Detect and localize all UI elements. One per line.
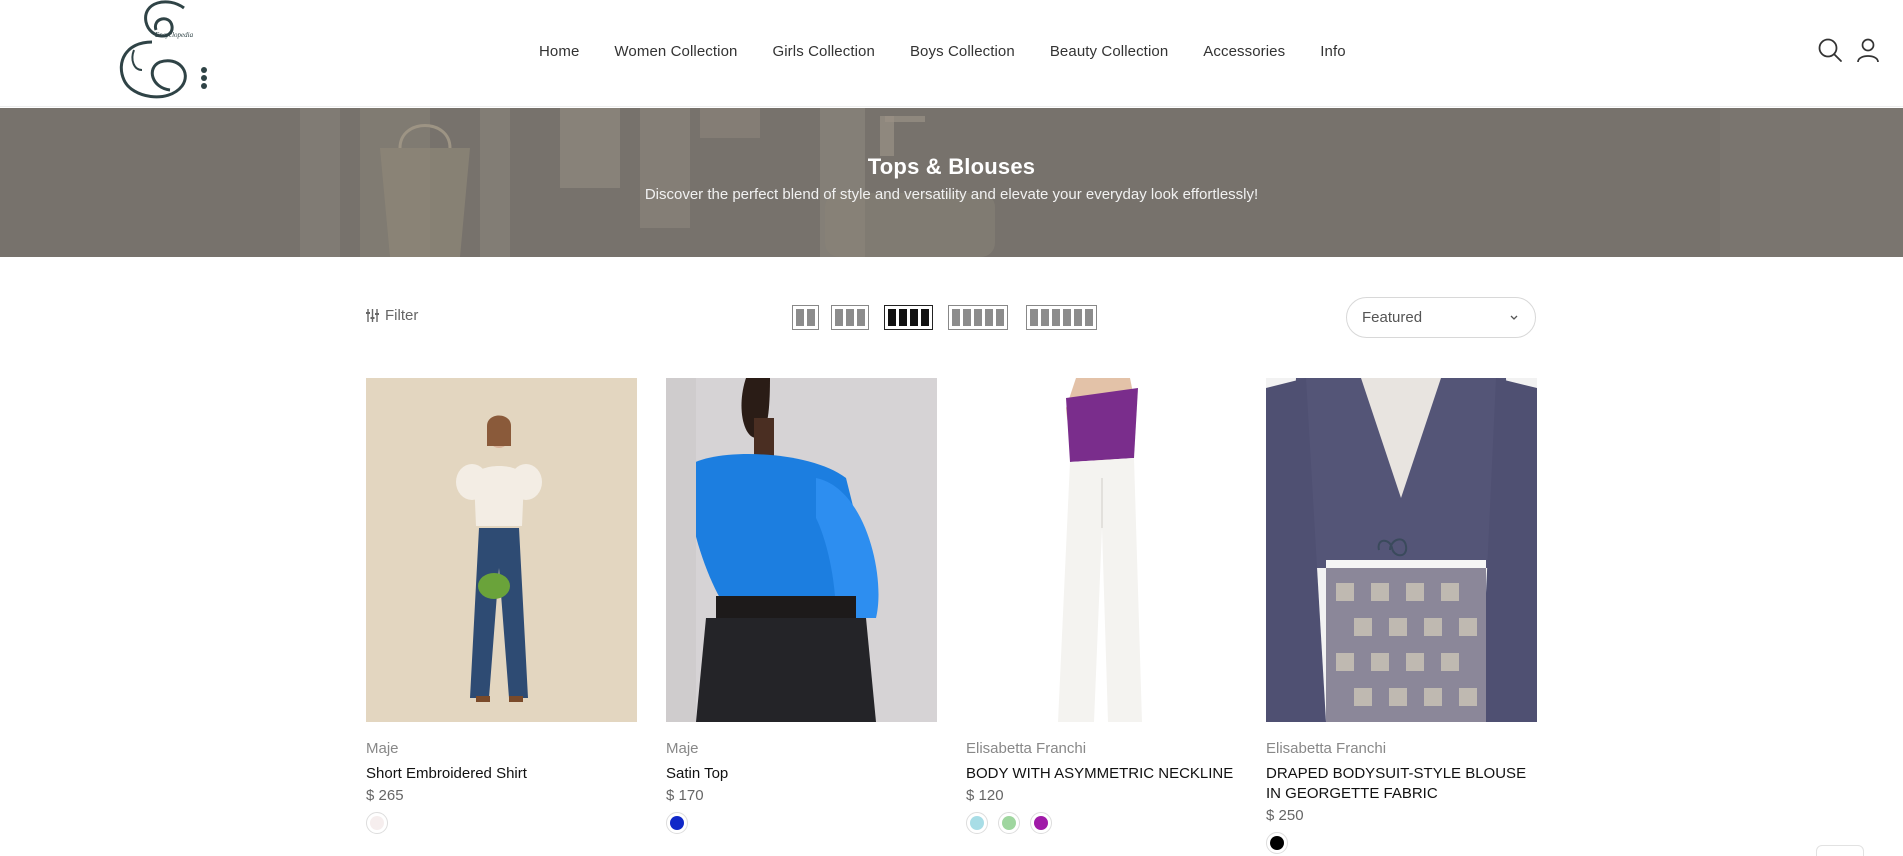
grid-column-icon: [996, 309, 1004, 326]
product-name[interactable]: BODY WITH ASYMMETRIC NECKLINE: [966, 764, 1237, 784]
product-price: $ 265: [366, 787, 404, 804]
collection-banner: Tops & Blouses Discover the perfect blen…: [0, 108, 1903, 257]
grid-column-icon: [1063, 309, 1071, 326]
nav-boys-collection[interactable]: Boys Collection: [910, 43, 1015, 60]
grid-column-icon: [1041, 309, 1049, 326]
nav-beauty-collection[interactable]: Beauty Collection: [1050, 43, 1168, 60]
product-photo-embroidered-shirt: [366, 378, 637, 722]
product-photo-asymmetric-body: [966, 378, 1237, 722]
sort-value: Featured: [1362, 309, 1423, 326]
grid-column-icon: [1074, 309, 1082, 326]
grid-column-icon: [1085, 309, 1093, 326]
color-swatches: [1266, 832, 1537, 854]
color-swatch[interactable]: [666, 812, 688, 834]
product-brand: Elisabetta Franchi: [966, 740, 1087, 757]
product-name[interactable]: DRAPED BODYSUIT-STYLE BLOUSE IN GEORGETT…: [1266, 764, 1537, 804]
color-swatch[interactable]: [998, 812, 1020, 834]
brand-logo[interactable]: Encyclopedia: [112, 0, 212, 104]
grid-column-icon: [846, 309, 854, 326]
user-icon[interactable]: [1854, 36, 1882, 64]
filter-button[interactable]: Filter: [365, 307, 418, 324]
grid-4-columns-button[interactable]: [884, 305, 933, 330]
product-brand: Maje: [666, 740, 699, 757]
grid-column-icon: [910, 309, 918, 326]
filter-label: Filter: [385, 307, 419, 324]
site-header: Encyclopedia Home Women Collection Girls…: [0, 0, 1903, 107]
nav-women-collection[interactable]: Women Collection: [614, 43, 737, 60]
product-card: Elisabetta Franchi BODY WITH ASYMMETRIC …: [966, 378, 1237, 834]
product-price: $ 120: [966, 787, 1004, 804]
product-price: $ 170: [666, 787, 704, 804]
product-brand: Elisabetta Franchi: [1266, 740, 1387, 757]
product-image[interactable]: [966, 378, 1237, 722]
logo-script: Encyclopedia: [154, 31, 194, 39]
nav-info[interactable]: Info: [1320, 43, 1345, 60]
product-name[interactable]: Satin Top: [666, 764, 937, 784]
grid-column-icon: [796, 309, 804, 326]
product-image[interactable]: [666, 378, 937, 722]
banner-background-image: [0, 108, 1903, 257]
page-subtitle: Discover the perfect blend of style and …: [644, 186, 1259, 203]
product-card: Maje Satin Top $ 170: [666, 378, 937, 834]
product-photo-draped-blouse: [1266, 378, 1537, 722]
color-swatch[interactable]: [1266, 832, 1288, 854]
grid-column-icon: [985, 309, 993, 326]
nav-home[interactable]: Home: [539, 43, 579, 60]
product-name[interactable]: Short Embroidered Shirt: [366, 764, 637, 784]
grid-column-icon: [974, 309, 982, 326]
product-image[interactable]: [366, 378, 637, 722]
color-swatches: [366, 812, 637, 834]
grid-column-icon: [1052, 309, 1060, 326]
page-title: Tops & Blouses: [867, 154, 1036, 179]
sort-select[interactable]: Featured: [1346, 297, 1536, 338]
grid-column-icon: [921, 309, 929, 326]
product-price: $ 250: [1266, 807, 1304, 824]
color-swatch[interactable]: [1030, 812, 1052, 834]
grid-6-columns-button[interactable]: [1026, 305, 1097, 330]
product-image[interactable]: [1266, 378, 1537, 722]
main-nav: Home Women Collection Girls Collection B…: [539, 43, 1346, 60]
product-brand: Maje: [366, 740, 399, 757]
product-card: Elisabetta Franchi DRAPED BODYSUIT-STYLE…: [1266, 378, 1537, 854]
grid-column-icon: [888, 309, 896, 326]
grid-column-icon: [952, 309, 960, 326]
product-card: Maje Short Embroidered Shirt $ 265: [366, 378, 637, 834]
grid-column-icon: [835, 309, 843, 326]
nav-girls-collection[interactable]: Girls Collection: [772, 43, 874, 60]
nav-accessories[interactable]: Accessories: [1203, 43, 1285, 60]
color-swatch[interactable]: [366, 812, 388, 834]
grid-column-icon: [899, 309, 907, 326]
back-to-top-button[interactable]: [1816, 845, 1864, 856]
grid-column-icon: [857, 309, 865, 326]
product-photo-satin-top: [666, 378, 937, 722]
grid-column-icon: [807, 309, 815, 326]
chevron-down-icon: [1510, 315, 1518, 320]
color-swatches: [966, 812, 1237, 834]
color-swatch[interactable]: [966, 812, 988, 834]
grid-5-columns-button[interactable]: [948, 305, 1008, 330]
grid-column-icon: [963, 309, 971, 326]
sliders-icon: [366, 309, 379, 322]
color-swatches: [666, 812, 937, 834]
grid-3-columns-button[interactable]: [831, 305, 869, 330]
search-icon[interactable]: [1816, 36, 1844, 64]
grid-column-icon: [1030, 309, 1038, 326]
grid-2-columns-button[interactable]: [792, 305, 819, 330]
